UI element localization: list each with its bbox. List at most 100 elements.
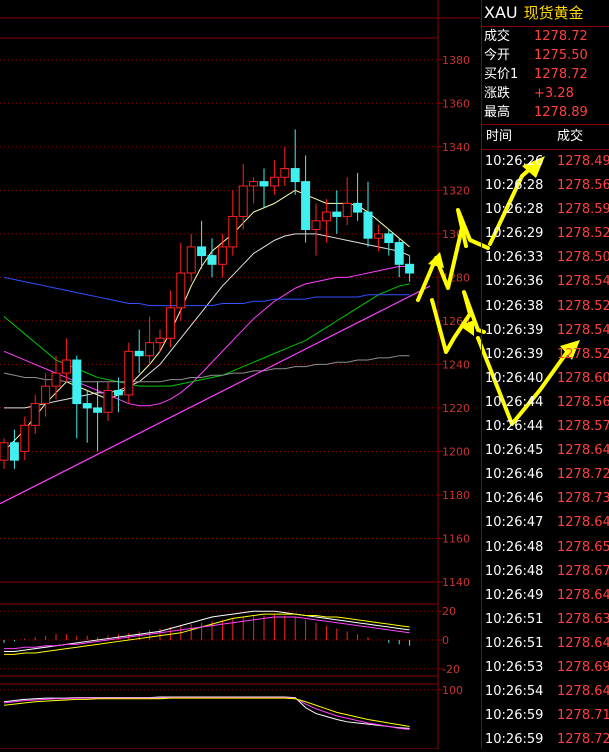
quote-row: 涨跌 +3.28 bbox=[482, 84, 609, 103]
trade-time: 10:26:40 bbox=[485, 370, 544, 386]
trade-time: 10:26:49 bbox=[485, 587, 544, 603]
trade-price: 1278.57 bbox=[557, 419, 609, 435]
price-chart[interactable]: 1140 1160 1180 1200 1220 1240 1260 1280 1300 1320… bbox=[0, 0, 480, 749]
quote-label: 买价1 bbox=[484, 67, 519, 82]
trade-price: 1278.63 bbox=[557, 611, 609, 627]
candle-body bbox=[124, 350, 134, 396]
quote-value: 1275.50 bbox=[534, 48, 588, 63]
candle-body bbox=[384, 233, 394, 244]
candle-body bbox=[269, 176, 279, 187]
trade-time: 10:26:44 bbox=[485, 419, 544, 435]
tick-label: 1160 bbox=[442, 532, 470, 545]
trade-row: 10:26:59 1278.71 bbox=[482, 704, 609, 728]
candle-body bbox=[93, 407, 103, 413]
trade-price: 1278.72 bbox=[557, 732, 609, 748]
trade-price: 1278.59 bbox=[557, 202, 609, 218]
trade-price: 1278.64 bbox=[557, 587, 609, 603]
candle-body bbox=[280, 168, 290, 178]
trade-time: 10:26:59 bbox=[485, 708, 544, 724]
candle-body bbox=[238, 185, 248, 217]
trade-price: 1278.50 bbox=[557, 250, 609, 266]
trade-row: 10:26:33 1278.50 bbox=[482, 246, 609, 270]
trade-header-time: 时间 bbox=[486, 129, 513, 144]
trade-row: 10:26:44 1278.57 bbox=[482, 415, 609, 439]
trade-row: 10:26:26 1278.49 bbox=[482, 150, 609, 174]
trade-time: 10:26:54 bbox=[485, 684, 544, 700]
candle-body bbox=[9, 442, 19, 461]
trade-row: 10:26:47 1278.64 bbox=[482, 511, 609, 535]
oscillator-line bbox=[3, 697, 410, 730]
trade-price: 1278.65 bbox=[557, 539, 609, 555]
tick-label: 1220 bbox=[442, 402, 470, 415]
trade-price: 1278.64 bbox=[557, 684, 609, 700]
trade-time: 10:26:39 bbox=[485, 322, 544, 338]
tick-label: 1340 bbox=[442, 141, 470, 154]
candle-body bbox=[186, 246, 196, 274]
candle-body bbox=[51, 372, 61, 387]
trade-price: 1278.73 bbox=[557, 491, 609, 507]
trade-list[interactable]: 10:26:26 1278.49 10:26:28 1278.56 10:26:28 12… bbox=[482, 150, 609, 752]
candle-body bbox=[113, 390, 123, 396]
trade-time: 10:26:46 bbox=[485, 491, 544, 507]
trade-row: 10:26:53 1278.69 bbox=[482, 656, 609, 680]
chart-area[interactable]: 1140 1160 1180 1200 1220 1240 1260 1280 1300 1320… bbox=[0, 0, 480, 749]
candle-body bbox=[217, 246, 227, 265]
trade-row: 10:26:39 1278.52 bbox=[482, 343, 609, 367]
trade-time: 10:26:38 bbox=[485, 298, 544, 314]
quote-label: 成交 bbox=[484, 29, 511, 44]
trade-row: 10:26:36 1278.54 bbox=[482, 270, 609, 294]
candle-body bbox=[228, 215, 238, 248]
trade-price: 1278.56 bbox=[557, 394, 609, 410]
candle-body bbox=[332, 211, 342, 217]
trade-time: 10:26:36 bbox=[485, 274, 544, 290]
trade-price: 1278.54 bbox=[557, 274, 609, 290]
quote-label: 涨跌 bbox=[484, 86, 511, 101]
candle-body bbox=[20, 424, 30, 452]
trade-time: 10:26:39 bbox=[485, 346, 544, 362]
trade-row: 10:26:44 1278.56 bbox=[482, 391, 609, 415]
candle-body bbox=[394, 242, 404, 265]
trade-time: 10:26:28 bbox=[485, 178, 544, 194]
trade-row: 10:26:48 1278.67 bbox=[482, 560, 609, 584]
trade-price: 1278.67 bbox=[557, 563, 609, 579]
candle-body bbox=[342, 202, 352, 217]
tick-label: 1140 bbox=[442, 576, 470, 589]
trade-row: 10:26:46 1278.73 bbox=[482, 487, 609, 511]
candle-body bbox=[363, 211, 373, 239]
trade-price: 1278.72 bbox=[557, 467, 609, 483]
candle-body bbox=[321, 211, 331, 222]
candle-body bbox=[72, 359, 82, 405]
tick-label: 1300 bbox=[442, 228, 470, 241]
candle-body bbox=[197, 246, 207, 257]
candle-body bbox=[207, 255, 217, 265]
tick-label: 1320 bbox=[442, 184, 470, 197]
trade-row: 10:26:49 1278.64 bbox=[482, 584, 609, 608]
trade-time: 10:26:45 bbox=[485, 443, 544, 459]
trade-price: 1278.64 bbox=[557, 635, 609, 651]
candle-body bbox=[134, 350, 144, 357]
candle-body bbox=[61, 359, 71, 374]
trade-row: 10:26:54 1278.64 bbox=[482, 680, 609, 704]
quote-value: 1278.72 bbox=[534, 67, 588, 82]
trade-row: 10:26:39 1278.54 bbox=[482, 319, 609, 343]
quote-value: +3.28 bbox=[534, 86, 574, 101]
candle-body bbox=[290, 168, 300, 183]
trade-time: 10:26:51 bbox=[485, 611, 544, 627]
tick-label: 100 bbox=[442, 684, 463, 697]
quote-row: 成交 1278.72 bbox=[482, 27, 609, 46]
trade-row: 10:26:48 1278.65 bbox=[482, 536, 609, 560]
candle-body bbox=[41, 385, 51, 405]
trade-price: 1278.54 bbox=[557, 322, 609, 338]
quote-value: 1278.72 bbox=[534, 29, 588, 44]
candle-body bbox=[311, 220, 321, 230]
trade-price: 1278.52 bbox=[557, 346, 609, 362]
candle-body bbox=[405, 263, 415, 274]
trade-time: 10:26:48 bbox=[485, 539, 544, 555]
trade-header: 时间 成交 bbox=[482, 125, 609, 150]
trade-price: 1278.71 bbox=[557, 708, 609, 724]
trade-price: 1278.52 bbox=[557, 226, 609, 242]
indicator-line bbox=[4, 610, 410, 653]
trade-time: 10:26:29 bbox=[485, 226, 544, 242]
symbol-name: 现货黄金 bbox=[523, 4, 584, 22]
quote-label: 最高 bbox=[484, 105, 511, 120]
